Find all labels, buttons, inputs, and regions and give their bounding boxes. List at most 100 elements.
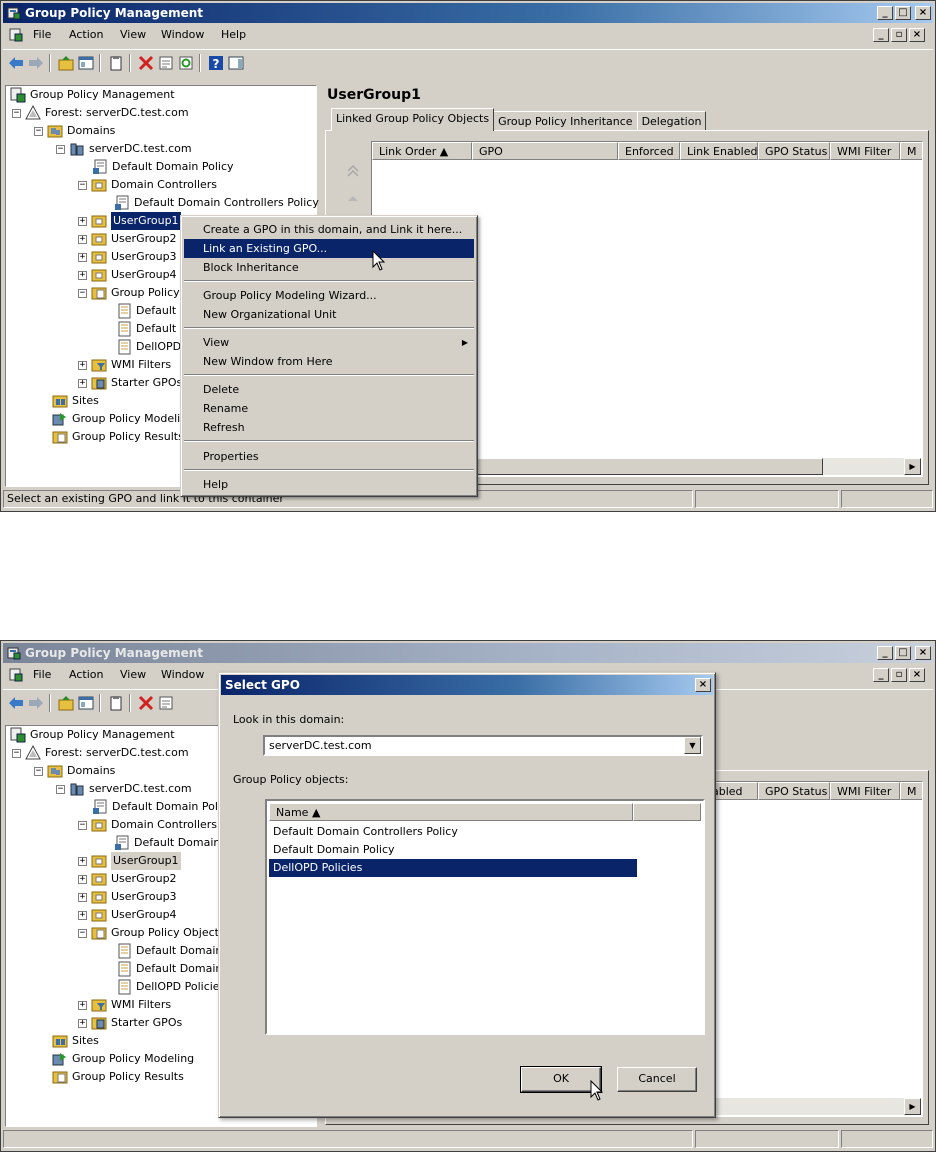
- collapse-toggle[interactable]: −: [34, 126, 43, 136]
- move-up-icon[interactable]: [345, 191, 361, 207]
- back-arrow-icon[interactable]: [7, 694, 25, 712]
- cancel-button[interactable]: Cancel: [617, 1067, 697, 1092]
- tab-delegation[interactable]: Delegation: [636, 111, 707, 131]
- domain-combobox[interactable]: serverDC.test.com ▼: [263, 735, 703, 756]
- menu-item-link-existing-gpo[interactable]: Link an Existing GPO...: [184, 239, 474, 258]
- column-gpo-status[interactable]: GPO Status: [758, 782, 830, 800]
- menu-item-rename[interactable]: Rename: [184, 399, 474, 418]
- tree-domain-controllers[interactable]: − Domain Controllers: [78, 816, 217, 834]
- menu-view[interactable]: View: [120, 28, 146, 41]
- collapse-toggle[interactable]: −: [78, 288, 87, 298]
- scroll-thumb[interactable]: [453, 458, 823, 475]
- expand-toggle[interactable]: +: [78, 1000, 87, 1010]
- menu-item-refresh[interactable]: Refresh: [184, 418, 474, 437]
- child-restore-button[interactable]: ▫: [891, 668, 907, 682]
- tree-default-dc-policy[interactable]: Default Domain Controllers Policy: [114, 194, 319, 212]
- menu-window[interactable]: Window: [161, 668, 204, 681]
- properties-icon[interactable]: [157, 694, 175, 712]
- expand-toggle[interactable]: +: [78, 378, 87, 388]
- tree-results[interactable]: Group Policy Results: [52, 428, 184, 446]
- tree-gpo-item[interactable]: DellOPD Policies: [116, 978, 225, 996]
- tree-default-dc-policy[interactable]: Default Domain: [114, 834, 220, 852]
- tree-root[interactable]: Group Policy Management: [10, 86, 175, 104]
- tree-gpo-container[interactable]: − Group Policy: [78, 284, 180, 302]
- properties-icon[interactable]: [157, 54, 175, 72]
- column-gpo[interactable]: GPO: [472, 142, 618, 160]
- gpo-listview[interactable]: Name ▲ Default Domain Controllers Policy…: [265, 799, 705, 1035]
- collapse-toggle[interactable]: −: [56, 784, 65, 794]
- clipboard-icon[interactable]: [107, 54, 125, 72]
- menu-action[interactable]: Action: [69, 28, 103, 41]
- tree-modeling[interactable]: Group Policy Modeling: [52, 1050, 194, 1068]
- expand-toggle[interactable]: +: [78, 856, 87, 866]
- tree-gpo-item[interactable]: DellOPD: [116, 338, 181, 356]
- forward-arrow-icon[interactable]: [27, 694, 45, 712]
- title-bar[interactable]: Group Policy Management _ □ ×: [3, 643, 933, 663]
- menu-item-delete[interactable]: Delete: [184, 380, 474, 399]
- tree-wmi-filters[interactable]: + WMI Filters: [78, 356, 171, 374]
- ok-button[interactable]: OK: [520, 1066, 602, 1093]
- expand-toggle[interactable]: +: [78, 252, 87, 262]
- collapse-toggle[interactable]: −: [78, 928, 87, 938]
- scroll-right-button[interactable]: ▶: [904, 458, 921, 475]
- column-modified[interactable]: M: [900, 142, 922, 160]
- expand-toggle[interactable]: +: [78, 910, 87, 920]
- refresh-icon[interactable]: [177, 54, 195, 72]
- menu-item-help[interactable]: Help: [184, 475, 474, 494]
- column-modified[interactable]: M: [900, 782, 922, 800]
- expand-toggle[interactable]: +: [78, 892, 87, 902]
- tree-domains[interactable]: − Domains: [34, 762, 115, 780]
- tab-inheritance[interactable]: Group Policy Inheritance: [493, 111, 638, 131]
- maximize-button[interactable]: □: [895, 6, 911, 20]
- column-wmi-filter[interactable]: WMI Filter: [830, 142, 900, 160]
- tree-forest[interactable]: − Forest: serverDC.test.com: [12, 104, 189, 122]
- tree-gpo-item[interactable]: Default Domain: [116, 942, 222, 960]
- gpo-list-item[interactable]: Default Domain Policy: [269, 841, 637, 859]
- forward-arrow-icon[interactable]: [27, 54, 45, 72]
- tree-default-domain-policy[interactable]: Default Domain Policy: [92, 158, 234, 176]
- column-link-enabled[interactable]: Link Enabled: [680, 142, 758, 160]
- tree-modeling[interactable]: Group Policy Modelin: [52, 410, 187, 428]
- up-folder-icon[interactable]: [57, 54, 75, 72]
- tree-root[interactable]: Group Policy Management: [10, 726, 175, 744]
- menu-window[interactable]: Window: [161, 28, 204, 41]
- tree-usergroup4[interactable]: + UserGroup4: [78, 906, 177, 924]
- menu-file[interactable]: File: [33, 28, 51, 41]
- dialog-title-bar[interactable]: Select GPO ×: [221, 675, 713, 695]
- expand-toggle[interactable]: +: [78, 270, 87, 280]
- gpo-list-item[interactable]: Default Domain Controllers Policy: [269, 823, 637, 841]
- expand-toggle[interactable]: +: [78, 216, 87, 226]
- collapse-toggle[interactable]: −: [34, 766, 43, 776]
- tree-sites[interactable]: Sites: [52, 1032, 99, 1050]
- minimize-button[interactable]: _: [877, 6, 893, 20]
- tree-starter-gpos[interactable]: + Starter GPOs: [78, 374, 182, 392]
- tree-gpo-item[interactable]: Default D: [116, 302, 188, 320]
- tree-usergroup4[interactable]: + UserGroup4: [78, 266, 177, 284]
- show-hide-tree-icon[interactable]: [77, 694, 95, 712]
- collapse-toggle[interactable]: −: [12, 108, 21, 118]
- minimize-button[interactable]: _: [877, 646, 893, 660]
- move-top-icon[interactable]: [345, 163, 361, 179]
- tree-domain[interactable]: − serverDC.test.com: [56, 140, 192, 158]
- clipboard-icon[interactable]: [107, 694, 125, 712]
- show-hide-tree-icon[interactable]: [77, 54, 95, 72]
- help-icon[interactable]: ?: [207, 54, 225, 72]
- tree-gpo-item[interactable]: Default Domain: [116, 960, 222, 978]
- child-close-button[interactable]: ×: [909, 28, 925, 42]
- show-action-pane-icon[interactable]: [227, 54, 245, 72]
- expand-toggle[interactable]: +: [78, 234, 87, 244]
- mmc-system-menu-icon[interactable]: [9, 668, 23, 682]
- column-enforced[interactable]: Enforced: [618, 142, 680, 160]
- menu-item-create-gpo-link[interactable]: Create a GPO in this domain, and Link it…: [184, 220, 474, 239]
- back-arrow-icon[interactable]: [7, 54, 25, 72]
- scroll-right-button[interactable]: ▶: [904, 1098, 921, 1115]
- title-bar[interactable]: Group Policy Management _ □ ×: [3, 3, 933, 23]
- expand-toggle[interactable]: +: [78, 360, 87, 370]
- menu-file[interactable]: File: [33, 668, 51, 681]
- expand-toggle[interactable]: +: [78, 1018, 87, 1028]
- tree-usergroup1[interactable]: + UserGroup1: [78, 212, 181, 230]
- menu-item-new-ou[interactable]: New Organizational Unit: [184, 305, 474, 324]
- tree-domain-controllers[interactable]: − Domain Controllers: [78, 176, 217, 194]
- delete-icon[interactable]: [137, 694, 155, 712]
- collapse-toggle[interactable]: −: [12, 748, 21, 758]
